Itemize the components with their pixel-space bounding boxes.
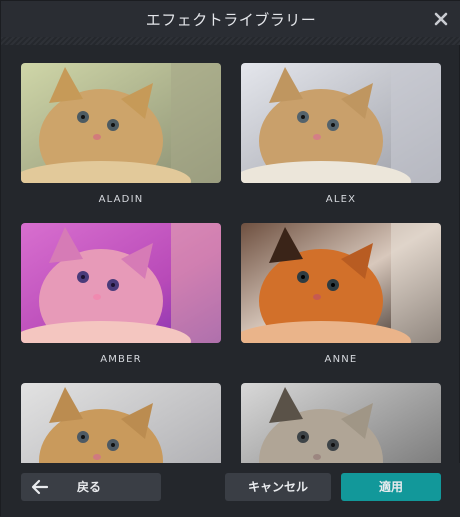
- dialog-titlebar: エフェクトライブラリー: [1, 1, 460, 37]
- titlebar-divider: [1, 37, 460, 45]
- close-icon: [434, 12, 448, 26]
- effect-item-aladin[interactable]: ALADIN: [21, 63, 221, 207]
- effect-label: AMBER: [100, 354, 142, 365]
- effects-grid[interactable]: ALADIN ALEX AMBER ANNE: [1, 45, 460, 463]
- effect-thumbnail[interactable]: [21, 223, 221, 343]
- effect-item-anne[interactable]: ANNE: [241, 223, 441, 367]
- back-button[interactable]: 戻る: [21, 473, 161, 501]
- effect-thumbnail[interactable]: [241, 63, 441, 183]
- cancel-button[interactable]: キャンセル: [225, 473, 331, 501]
- effect-label: ALEX: [325, 194, 357, 205]
- close-button[interactable]: [431, 9, 451, 29]
- dialog-footer: 戻る キャンセル 適用: [1, 463, 460, 517]
- effect-thumbnail[interactable]: [21, 63, 221, 183]
- effect-item-alex[interactable]: ALEX: [241, 63, 441, 207]
- effect-thumbnail[interactable]: [21, 383, 221, 463]
- effect-item-6[interactable]: [241, 383, 441, 463]
- effect-label: ALADIN: [98, 194, 144, 205]
- effect-item-5[interactable]: [21, 383, 221, 463]
- arrow-left-icon: [31, 479, 49, 495]
- apply-button[interactable]: 適用: [341, 473, 441, 501]
- dialog-title: エフェクトライブラリー: [145, 11, 317, 29]
- effect-thumbnail[interactable]: [241, 383, 441, 463]
- effect-library-dialog: エフェクトライブラリー ALADIN ALEX AMBER ANNE 戻る キャ…: [0, 0, 460, 517]
- effect-item-amber[interactable]: AMBER: [21, 223, 221, 367]
- effect-thumbnail[interactable]: [241, 223, 441, 343]
- effect-label: ANNE: [324, 354, 358, 365]
- back-button-label: 戻る: [77, 480, 102, 494]
